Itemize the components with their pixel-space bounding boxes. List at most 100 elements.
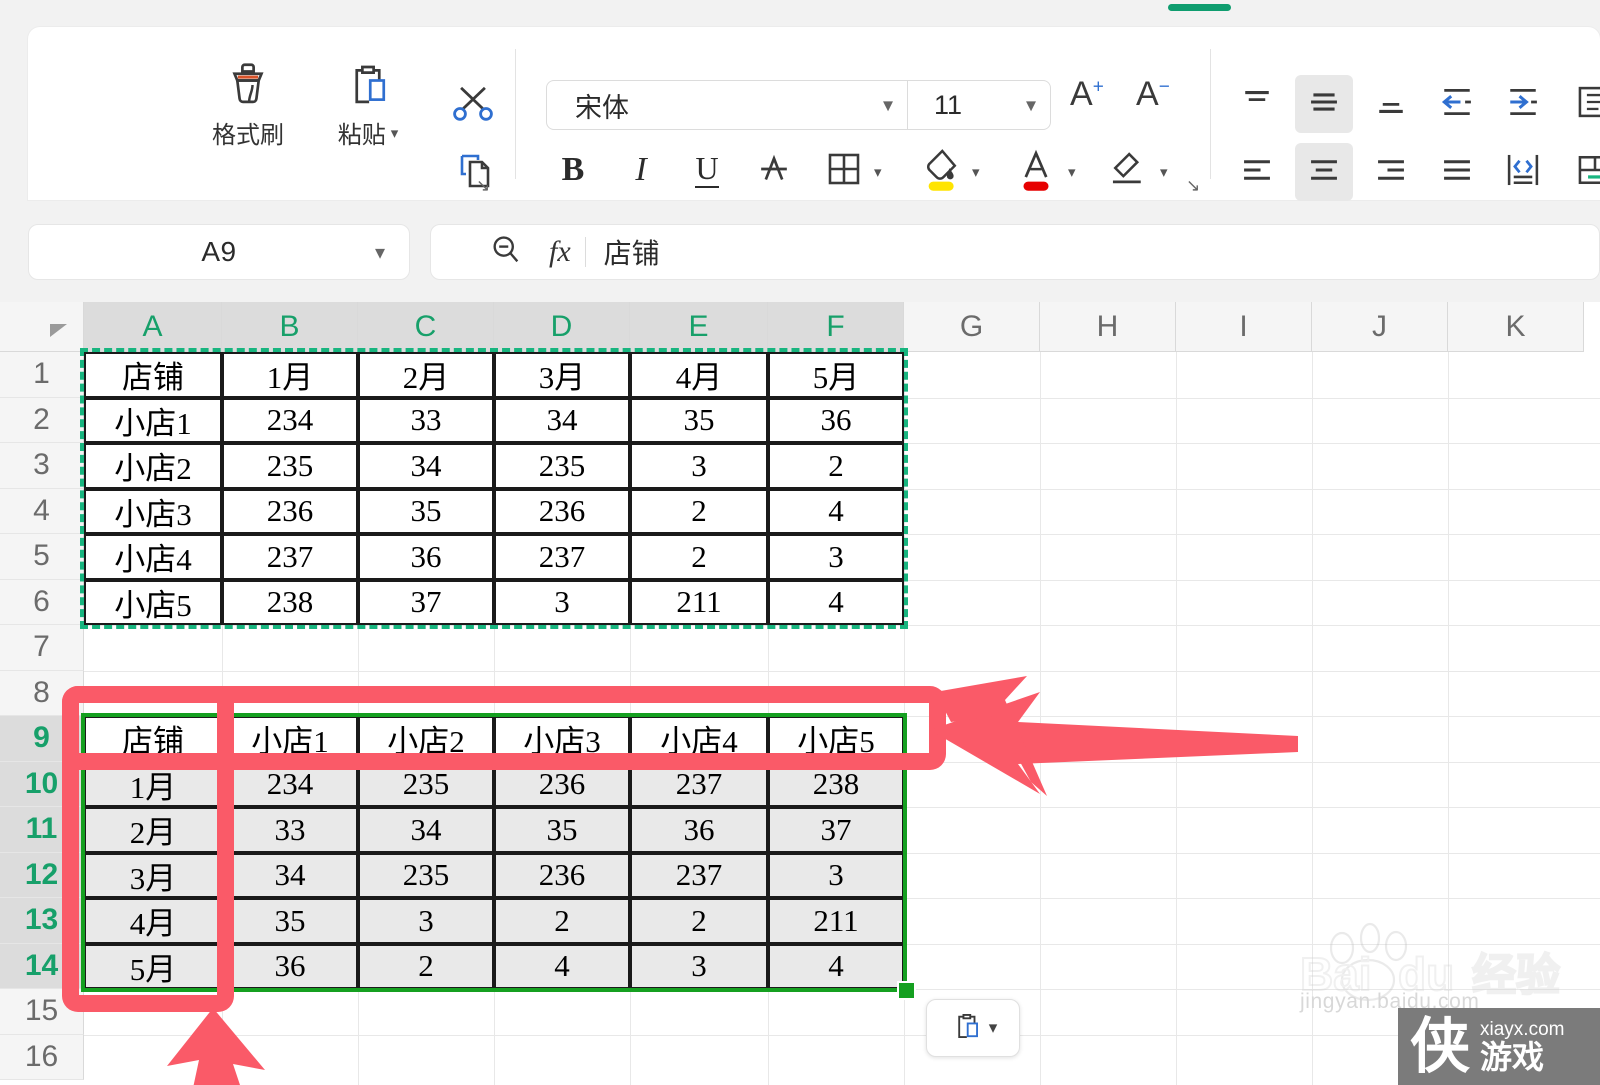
cell-data[interactable]: 37 xyxy=(768,807,904,853)
decrease-indent-button[interactable] xyxy=(1428,75,1486,133)
column-header-D[interactable]: D xyxy=(494,302,630,352)
cell-data[interactable]: 36 xyxy=(768,397,904,443)
cell-data[interactable]: 236 xyxy=(494,761,630,807)
cell-data[interactable]: 小店3 xyxy=(84,488,222,534)
bold-button[interactable]: B xyxy=(548,145,598,195)
cell-data[interactable]: 234 xyxy=(222,761,358,807)
cell-header[interactable]: 1月 xyxy=(222,352,358,398)
column-header-K[interactable]: K xyxy=(1448,302,1584,352)
cell-header[interactable]: 4月 xyxy=(630,352,768,398)
align-middle-button[interactable] xyxy=(1295,75,1353,133)
cell-data[interactable]: 236 xyxy=(494,852,630,898)
cell-data[interactable]: 2 xyxy=(768,443,904,489)
row-header-5[interactable]: 5 xyxy=(0,534,84,580)
paste-options-button[interactable]: ▾ xyxy=(926,999,1020,1057)
font-color-button[interactable] xyxy=(1008,139,1064,201)
column-header-B[interactable]: B xyxy=(222,302,358,352)
cell-data[interactable]: 4月 xyxy=(84,898,222,944)
cell-data[interactable]: 237 xyxy=(630,852,768,898)
cell-data[interactable]: 4 xyxy=(768,579,904,625)
cell-data[interactable]: 34 xyxy=(358,443,494,489)
decrease-font-size-button[interactable]: A− xyxy=(1136,75,1170,114)
cell-header[interactable]: 小店3 xyxy=(494,716,630,762)
row-header-9[interactable]: 9 xyxy=(0,716,84,762)
cell-data[interactable]: 3 xyxy=(358,898,494,944)
borders-button[interactable] xyxy=(818,145,870,197)
cell-header[interactable]: 2月 xyxy=(358,352,494,398)
clear-format-button[interactable] xyxy=(1100,141,1156,199)
cell-data[interactable]: 35 xyxy=(494,807,630,853)
select-all-icon[interactable] xyxy=(0,302,84,352)
cell-header[interactable]: 小店1 xyxy=(222,716,358,762)
column-header-H[interactable]: H xyxy=(1040,302,1176,352)
font-size-select[interactable]: 11 ▾ xyxy=(908,81,1050,129)
fill-color-button[interactable] xyxy=(912,139,968,201)
cell-data[interactable]: 211 xyxy=(768,898,904,944)
cell-data[interactable]: 33 xyxy=(222,807,358,853)
format-painter-button[interactable]: 格式刷 xyxy=(208,55,288,167)
cell-data[interactable]: 235 xyxy=(358,761,494,807)
chevron-down-icon[interactable]: ▾ xyxy=(375,240,385,265)
cell-data[interactable]: 3 xyxy=(630,943,768,989)
align-center-button[interactable] xyxy=(1295,143,1353,201)
merge-cells-button[interactable] xyxy=(1566,143,1600,201)
row-header-12[interactable]: 12 xyxy=(0,852,84,898)
cell-data[interactable]: 2 xyxy=(630,488,768,534)
row-header-14[interactable]: 14 xyxy=(0,943,84,989)
row-header-10[interactable]: 10 xyxy=(0,761,84,807)
cell-data[interactable]: 36 xyxy=(358,534,494,580)
cell-data[interactable]: 34 xyxy=(358,807,494,853)
cell-data[interactable]: 小店1 xyxy=(84,397,222,443)
cell-data[interactable]: 3月 xyxy=(84,852,222,898)
chevron-down-icon[interactable]: ▾ xyxy=(391,124,399,142)
row-header-6[interactable]: 6 xyxy=(0,579,84,625)
row-header-15[interactable]: 15 xyxy=(0,989,84,1035)
column-header-A[interactable]: A xyxy=(84,302,222,352)
increase-indent-button[interactable] xyxy=(1494,75,1552,133)
increase-font-size-button[interactable]: A+ xyxy=(1070,75,1104,114)
row-header-11[interactable]: 11 xyxy=(0,807,84,853)
column-header-G[interactable]: G xyxy=(904,302,1040,352)
clear-format-chevron-down-icon[interactable]: ▾ xyxy=(1160,163,1168,181)
cell-header[interactable]: 3月 xyxy=(494,352,630,398)
name-box[interactable]: A9 ▾ xyxy=(28,224,410,280)
cell-data[interactable]: 2 xyxy=(358,943,494,989)
cell-data[interactable]: 36 xyxy=(630,807,768,853)
underline-button[interactable]: U xyxy=(682,145,732,195)
strikethrough-button[interactable] xyxy=(748,145,800,197)
align-justify-button[interactable] xyxy=(1428,143,1486,201)
cell-header[interactable]: 店铺 xyxy=(84,352,222,398)
align-left-button[interactable] xyxy=(1228,143,1286,201)
cell-data[interactable]: 35 xyxy=(358,488,494,534)
row-header-16[interactable]: 16 xyxy=(0,1034,84,1080)
cut-button[interactable] xyxy=(436,67,510,141)
cell-data[interactable]: 4 xyxy=(494,943,630,989)
row-header-13[interactable]: 13 xyxy=(0,898,84,944)
cell-data[interactable]: 238 xyxy=(768,761,904,807)
column-header-E[interactable]: E xyxy=(630,302,768,352)
chevron-down-icon[interactable]: ▾ xyxy=(1026,93,1036,118)
cell-data[interactable]: 3 xyxy=(494,579,630,625)
paste-button[interactable]: 粘贴 ▾ xyxy=(328,55,408,167)
font-color-chevron-down-icon[interactable]: ▾ xyxy=(1068,163,1076,181)
cell-data[interactable]: 3 xyxy=(768,534,904,580)
cell-header[interactable]: 小店4 xyxy=(630,716,768,762)
cell-data[interactable]: 37 xyxy=(358,579,494,625)
column-header-F[interactable]: F xyxy=(768,302,904,352)
align-right-button[interactable] xyxy=(1362,143,1420,201)
cell-data[interactable]: 小店2 xyxy=(84,443,222,489)
copy-button[interactable] xyxy=(438,139,510,205)
cell-header[interactable]: 店铺 xyxy=(84,716,222,762)
chevron-down-icon[interactable]: ▾ xyxy=(883,93,893,118)
text-orientation-button[interactable] xyxy=(1494,143,1552,201)
cell-data[interactable]: 236 xyxy=(222,488,358,534)
cell-data[interactable]: 2 xyxy=(630,534,768,580)
cell-data[interactable]: 33 xyxy=(358,397,494,443)
cell-data[interactable]: 小店5 xyxy=(84,579,222,625)
cell-data[interactable]: 小店4 xyxy=(84,534,222,580)
cell-data[interactable]: 235 xyxy=(222,443,358,489)
cell-header[interactable]: 小店2 xyxy=(358,716,494,762)
fill-color-chevron-down-icon[interactable]: ▾ xyxy=(972,163,980,181)
cell-data[interactable]: 237 xyxy=(222,534,358,580)
cell-data[interactable]: 4 xyxy=(768,488,904,534)
